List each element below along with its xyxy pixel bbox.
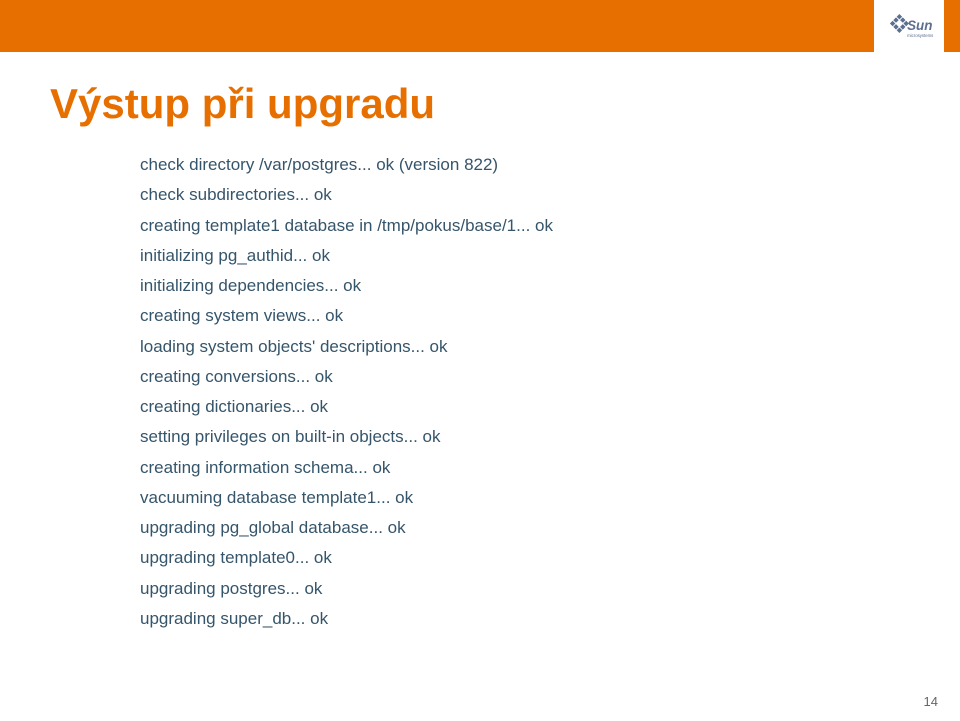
output-line: creating information schema... ok: [140, 453, 910, 483]
output-line: upgrading postgres... ok: [140, 574, 910, 604]
output-line: upgrading super_db... ok: [140, 604, 910, 634]
logo-sub-text: microsystems: [907, 33, 933, 38]
output-line: upgrading template0... ok: [140, 543, 910, 573]
logo-brand-text: Sun: [907, 18, 932, 33]
output-line: check subdirectories... ok: [140, 180, 910, 210]
output-line: creating template1 database in /tmp/poku…: [140, 211, 910, 241]
output-line: loading system objects' descriptions... …: [140, 332, 910, 362]
output-line: check directory /var/postgres... ok (ver…: [140, 150, 910, 180]
output-line: setting privileges on built-in objects..…: [140, 422, 910, 452]
output-line: creating system views... ok: [140, 301, 910, 331]
slide-content: Výstup při upgradu check directory /var/…: [50, 80, 910, 691]
output-line: initializing dependencies... ok: [140, 271, 910, 301]
output-lines: check directory /var/postgres... ok (ver…: [140, 150, 910, 634]
page-title: Výstup při upgradu: [50, 80, 910, 128]
output-line: upgrading pg_global database... ok: [140, 513, 910, 543]
output-line: creating conversions... ok: [140, 362, 910, 392]
sun-logo: Sun microsystems: [874, 0, 944, 62]
page-number: 14: [924, 694, 938, 709]
output-line: initializing pg_authid... ok: [140, 241, 910, 271]
sun-logo-icon: Sun microsystems: [880, 7, 938, 55]
output-line: creating dictionaries... ok: [140, 392, 910, 422]
header-bar: [0, 0, 960, 52]
output-line: vacuuming database template1... ok: [140, 483, 910, 513]
